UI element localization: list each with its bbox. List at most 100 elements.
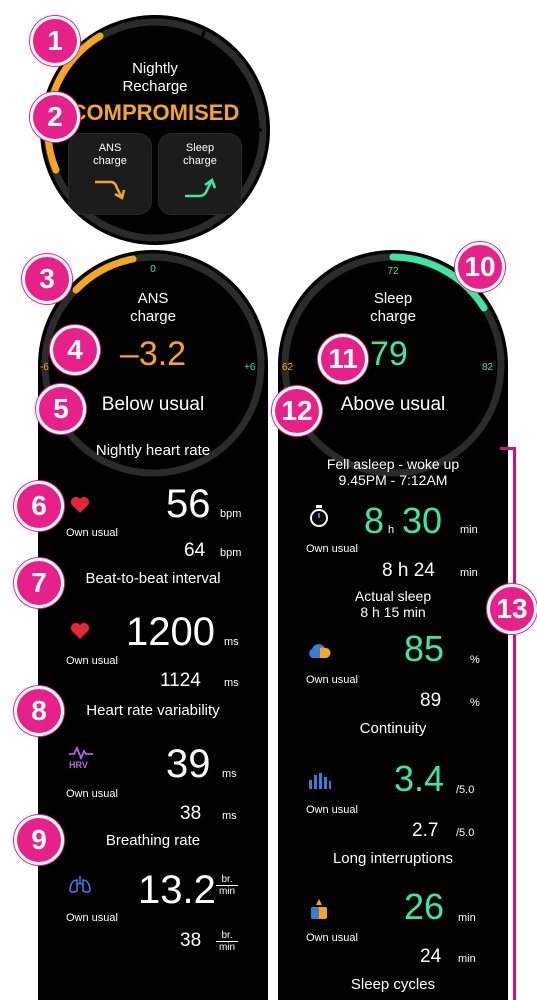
hrv-usual-unit: ms	[222, 810, 237, 822]
continuity-usual-value: 89	[420, 690, 442, 711]
stopwatch-icon	[310, 505, 328, 527]
trend-down-icon	[95, 180, 126, 200]
sleep-cycles-icon	[311, 899, 327, 919]
interruptions-unit: /5.0	[456, 784, 475, 796]
breathing-rate-title: Breathing rate	[105, 832, 201, 849]
hrv-title: Heart rate variability	[86, 702, 220, 719]
duration-own-usual-label: Own usual	[306, 543, 358, 555]
duration-usual-value: 8 h 24	[382, 560, 435, 581]
hrv-wave-icon	[69, 746, 93, 760]
ans-title-line2: charge	[130, 308, 176, 325]
interruptions-usual-value: 2.7	[412, 820, 439, 841]
beat-interval-value: 1200	[126, 610, 215, 654]
sleep-value: 79	[370, 335, 408, 373]
sleep-charge-screen: 72 62 82 Sleep charge 79 Above usual Fel…	[278, 250, 508, 1000]
interruptions-bars-icon	[309, 773, 331, 789]
badge-13: 13	[487, 584, 537, 634]
sleep-card-label-line2: charge	[183, 155, 217, 167]
beat-interval-unit: ms	[224, 636, 239, 648]
duration-hours-unit: h	[388, 524, 395, 536]
breathing-own-usual-label: Own usual	[66, 912, 118, 924]
sleep-cycles-value: 26	[404, 886, 445, 927]
breathing-usual-value: 38	[180, 930, 202, 951]
actual-sleep-label: Actual sleep	[354, 588, 432, 604]
badge-9: 9	[14, 815, 64, 865]
breathing-unit-top: br.	[221, 874, 233, 885]
recharge-title-line2: Recharge	[122, 78, 188, 95]
fell-asleep-times: 9.45PM - 7:12AM	[338, 472, 448, 488]
actual-sleep-value: 8 h 15 min	[360, 604, 426, 620]
beat-interval-usual-value: 1124	[160, 670, 201, 691]
breathing-rate-value: 13.2	[138, 868, 216, 912]
ans-charge-card[interactable]: ANS charge	[68, 133, 152, 215]
ans-card-label-line1: ANS	[98, 142, 122, 154]
hrv-usual-value: 38	[180, 803, 202, 824]
heart-rate-usual-unit: bpm	[220, 547, 242, 559]
duration-hours: 8	[364, 500, 385, 541]
badge-12: 12	[272, 386, 322, 436]
fell-asleep-label: Fell asleep - woke up	[326, 456, 460, 472]
heart-icon	[71, 623, 89, 639]
badge-4: 4	[50, 325, 100, 375]
sleep-card-label-line1: Sleep	[185, 142, 215, 154]
continuity-usual-unit: %	[470, 697, 480, 709]
beat-interval-usual-unit: ms	[224, 677, 239, 689]
hrv-own-usual-label: Own usual	[66, 788, 118, 800]
badge-3: 3	[22, 254, 72, 304]
heart-rate-title: Nightly heart rate	[95, 442, 211, 459]
breathing-unit-bottom: min	[216, 885, 238, 897]
interruptions-own-usual-label: Own usual	[306, 804, 358, 816]
sleep-cycles-own-usual-label: Own usual	[306, 932, 358, 944]
badge-10: 10	[455, 242, 505, 292]
heart-rate-value: 56	[166, 482, 211, 526]
ans-scale-zero: 0	[150, 264, 156, 275]
duration-minutes: 30	[402, 500, 443, 541]
badge-5: 5	[36, 384, 86, 434]
duration-usual-unit: min	[460, 567, 478, 579]
heart-rate-unit: bpm	[220, 508, 242, 520]
ans-title-line1: ANS	[137, 290, 169, 307]
interruptions-usual-unit: /5.0	[456, 827, 475, 839]
sleep-cycles-title: Sleep cycles	[350, 976, 436, 993]
continuity-unit: %	[470, 654, 480, 666]
ans-card-label-line2: charge	[93, 155, 127, 167]
badge-8: 8	[14, 686, 64, 736]
breathing-usual-unit-bottom: min	[216, 941, 238, 953]
interruptions-value: 3.4	[394, 758, 445, 799]
breathing-rate-unit: br. min	[216, 874, 238, 897]
sleep-cycles-usual-unit: min	[458, 953, 476, 965]
badge-1: 1	[30, 16, 80, 66]
sleep-title-line2: charge	[370, 308, 416, 325]
bracket-13	[500, 447, 516, 1000]
beat-interval-title: Beat-to-beat interval	[85, 570, 221, 587]
sleep-scale-top: 72	[387, 266, 399, 277]
cloud-icon	[309, 644, 331, 658]
badge-6: 6	[14, 481, 64, 531]
trend-up-icon	[185, 178, 217, 198]
breathing-usual-unit: br. min	[216, 930, 238, 953]
breathing-usual-unit-top: br.	[221, 930, 233, 941]
hrv-unit: ms	[222, 768, 237, 780]
continuity-value: 85	[404, 628, 445, 669]
badge-7: 7	[14, 558, 64, 608]
duration-minutes-unit: min	[460, 524, 478, 536]
sleep-cycles-unit: min	[458, 912, 476, 924]
badge-11: 11	[318, 334, 368, 384]
interruptions-title: Long interruptions	[332, 850, 454, 867]
sleep-title-line1: Sleep	[373, 290, 413, 307]
hrv-value: 39	[166, 742, 211, 786]
sleep-scale-max: 82	[482, 362, 494, 373]
beat-interval-own-usual-label: Own usual	[66, 655, 118, 667]
heart-rate-usual-value: 64	[184, 540, 206, 561]
lungs-icon	[69, 876, 91, 893]
sleep-charge-card[interactable]: Sleep charge	[158, 133, 242, 215]
hrv-icon-label: HRV	[69, 760, 88, 770]
badge-2: 2	[30, 92, 80, 142]
continuity-own-usual-label: Own usual	[306, 674, 358, 686]
heart-rate-own-usual-label: Own usual	[66, 527, 118, 539]
recharge-title-line1: Nightly	[132, 60, 178, 77]
continuity-title: Continuity	[359, 720, 427, 737]
sleep-scale-min: 62	[282, 362, 294, 373]
sleep-cycles-usual-value: 24	[420, 946, 442, 967]
heart-icon	[71, 497, 89, 513]
